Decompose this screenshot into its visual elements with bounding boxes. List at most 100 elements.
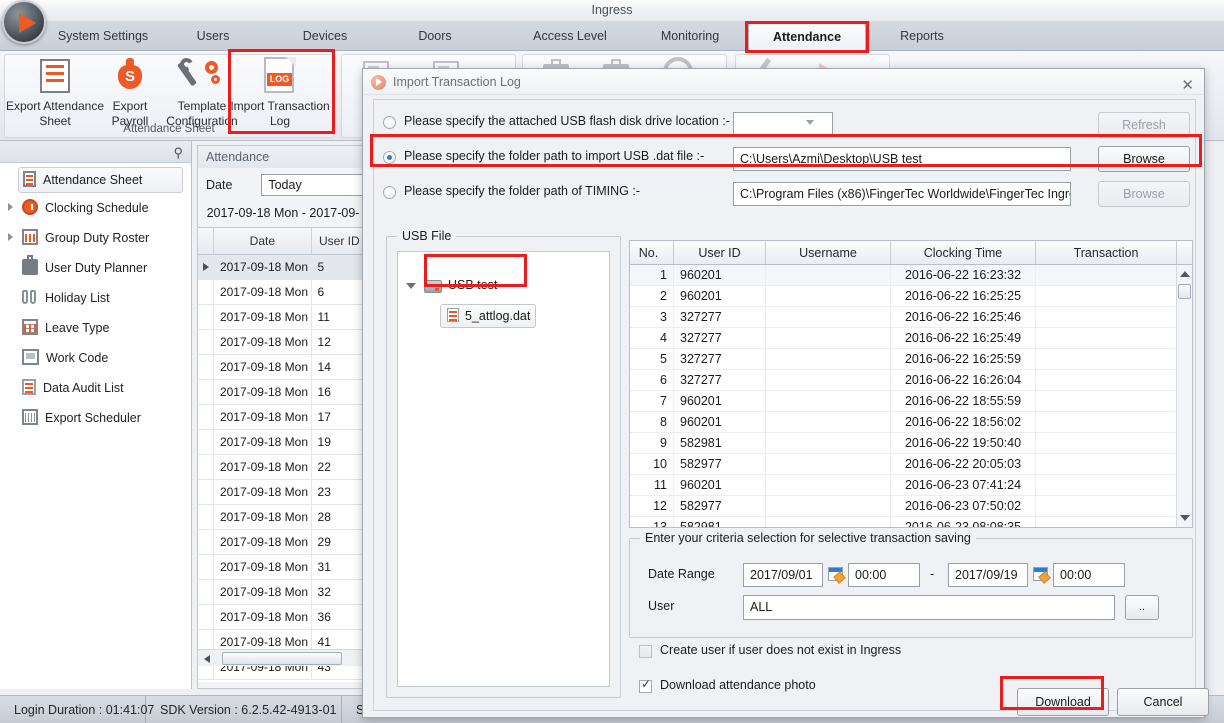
browse-timing-button[interactable]: Browse [1098, 181, 1190, 207]
calendar-picker-icon[interactable] [828, 567, 846, 584]
table-row[interactable]: 8 960201 2016-06-22 18:56:02 [630, 412, 1192, 433]
table-row[interactable]: 2017-09-18 Mon 19 [198, 430, 368, 455]
table-row[interactable]: 2017-09-18 Mon 23 [198, 480, 368, 505]
status-login-duration: Login Duration : 01:41:07 [0, 696, 154, 723]
sidebar-item-clocking-schedule[interactable]: Clocking Schedule [0, 193, 191, 223]
scroll-down-icon[interactable] [1180, 515, 1190, 521]
scroll-up-icon[interactable] [1180, 271, 1190, 277]
table-row[interactable]: 11 960201 2016-06-23 07:41:24 [630, 475, 1192, 496]
column-header-user-id[interactable]: User ID [312, 228, 368, 254]
cell-date: 2017-09-18 Mon [214, 505, 312, 529]
cancel-button[interactable]: Cancel [1117, 688, 1209, 716]
table-row[interactable]: 1 960201 2016-06-22 16:23:32 [630, 265, 1192, 286]
table-row[interactable]: 2 960201 2016-06-22 16:25:25 [630, 286, 1192, 307]
column-header-user-id[interactable]: User ID [674, 241, 766, 264]
tab-attendance[interactable]: Attendance [748, 22, 866, 51]
tab-access-level[interactable]: Access Level [510, 22, 630, 51]
date-from-input[interactable]: 2017/09/01 [743, 563, 823, 587]
row-marker [198, 555, 214, 579]
sidebar-item-data-audit-list[interactable]: Data Audit List [0, 373, 191, 403]
sidebar-item-leave-type[interactable]: Leave Type [0, 313, 191, 343]
sidebar-item-attendance-sheet[interactable]: Attendance Sheet [18, 167, 183, 193]
tab-system-settings[interactable]: System Settings [48, 22, 158, 51]
tab-doors[interactable]: Doors [405, 22, 465, 51]
grid-vertical-scrollbar[interactable] [1176, 265, 1192, 527]
date-to-input[interactable]: 2017/09/19 [948, 563, 1028, 587]
sidebar-item-holiday-list[interactable]: Holiday List [0, 283, 191, 313]
table-row[interactable]: 3 327277 2016-06-22 16:25:46 [630, 307, 1192, 328]
column-header-username[interactable]: Username [766, 241, 891, 264]
scrollbar-thumb[interactable] [222, 652, 342, 665]
attendance-horizontal-scrollbar[interactable] [198, 649, 368, 666]
tree-node-attlog-file[interactable]: 5_attlog.dat [440, 304, 536, 328]
browse-dat-button[interactable]: Browse [1098, 146, 1190, 172]
radio-timing-path[interactable] [383, 186, 396, 199]
tab-users[interactable]: Users [183, 22, 243, 51]
pin-icon[interactable]: ⚲ [173, 145, 183, 161]
radio-usb-drive[interactable] [383, 116, 396, 129]
table-row[interactable]: 2017-09-18 Mon 32 [198, 580, 368, 605]
tab-reports[interactable]: Reports [882, 22, 962, 51]
timing-path-input[interactable]: C:\Program Files (x86)\FingerTec Worldwi… [733, 182, 1071, 206]
sidebar-item-export-scheduler[interactable]: Export Scheduler [0, 403, 191, 433]
expand-arrow-icon[interactable] [8, 203, 13, 211]
table-row[interactable]: 2017-09-18 Mon 17 [198, 405, 368, 430]
user-input[interactable]: ALL [743, 595, 1115, 620]
attendance-date-select[interactable]: Today [261, 174, 367, 196]
time-to-input[interactable]: 00:00 [1053, 563, 1125, 587]
table-row[interactable]: 2017-09-18 Mon 36 [198, 605, 368, 630]
column-header-no[interactable]: No. [630, 241, 674, 264]
table-row[interactable]: 5 327277 2016-06-22 16:25:59 [630, 349, 1192, 370]
app-orb-button[interactable] [2, 0, 46, 44]
table-row[interactable]: 2017-09-18 Mon 28 [198, 505, 368, 530]
table-row[interactable]: 2017-09-18 Mon 11 [198, 305, 368, 330]
column-header-transaction[interactable]: Transaction [1036, 241, 1177, 264]
tab-devices[interactable]: Devices [290, 22, 360, 51]
expand-arrow-icon[interactable] [8, 233, 13, 241]
collapse-caret-icon[interactable] [406, 283, 416, 289]
table-row[interactable]: 13 582981 2016-06-23 08:08:35 [630, 517, 1192, 527]
checkbox-create-user[interactable] [639, 645, 652, 658]
table-row[interactable]: 2017-09-18 Mon 29 [198, 530, 368, 555]
tree-node-usb-test[interactable]: USB test [406, 276, 606, 298]
table-row[interactable]: 2017-09-18 Mon 6 [198, 280, 368, 305]
time-from-input[interactable]: 00:00 [848, 563, 920, 587]
usb-file-tree[interactable]: USB test 5_attlog.dat [397, 251, 610, 687]
table-row[interactable]: 9 582981 2016-06-22 19:50:40 [630, 433, 1192, 454]
user-browse-button[interactable]: .. [1125, 595, 1159, 620]
table-row[interactable]: 4 327277 2016-06-22 16:25:49 [630, 328, 1192, 349]
table-row[interactable]: 2017-09-18 Mon 14 [198, 355, 368, 380]
tree-node-label: 5_attlog.dat [465, 309, 531, 323]
close-icon[interactable]: ✕ [1181, 73, 1194, 99]
scroll-left-icon[interactable] [204, 655, 210, 663]
checkbox-download-photo[interactable] [639, 677, 652, 693]
table-row[interactable]: 2017-09-18 Mon 12 [198, 330, 368, 355]
folder-path-dat-input[interactable]: C:\Users\Azmi\Desktop\USB test [733, 147, 1071, 171]
cell-transaction [1036, 412, 1177, 432]
sidebar-item-label: Leave Type [45, 321, 110, 335]
tab-monitoring[interactable]: Monitoring [640, 22, 740, 51]
refresh-button[interactable]: Refresh [1098, 112, 1190, 138]
sidebar-item-work-code[interactable]: Work Code [0, 343, 191, 373]
table-row[interactable]: 2017-09-18 Mon 22 [198, 455, 368, 480]
ribbon-export-payroll[interactable]: S Export Payroll [104, 55, 156, 129]
tree-node-label: USB test [448, 278, 498, 292]
table-row[interactable]: 12 582977 2016-06-23 07:50:02 [630, 496, 1192, 517]
sidebar-item-group-duty-roster[interactable]: Group Duty Roster [0, 223, 191, 253]
column-header-clocking-time[interactable]: Clocking Time [891, 241, 1036, 264]
table-row[interactable]: 2017-09-18 Mon 31 [198, 555, 368, 580]
column-header-date[interactable]: Date [214, 228, 312, 254]
table-row[interactable]: 2017-09-18 Mon 5 [198, 255, 368, 280]
ribbon-import-transaction-log[interactable]: LOG Import Transaction Log [230, 55, 330, 129]
sidebar-item-user-duty-planner[interactable]: User Duty Planner [0, 253, 191, 283]
scrollbar-thumb[interactable] [1178, 284, 1191, 299]
radio-folder-path-dat[interactable] [383, 151, 396, 164]
ribbon-export-attendance-sheet[interactable]: Export Attendance Sheet [5, 55, 105, 129]
table-row[interactable]: 7 960201 2016-06-22 18:55:59 [630, 391, 1192, 412]
calendar-picker-icon[interactable] [1033, 567, 1051, 584]
table-row[interactable]: 6 327277 2016-06-22 16:26:04 [630, 370, 1192, 391]
download-button[interactable]: Download [1017, 688, 1109, 716]
table-row[interactable]: 2017-09-18 Mon 16 [198, 380, 368, 405]
usb-drive-combo[interactable] [733, 112, 833, 136]
table-row[interactable]: 10 582977 2016-06-22 20:05:03 [630, 454, 1192, 475]
